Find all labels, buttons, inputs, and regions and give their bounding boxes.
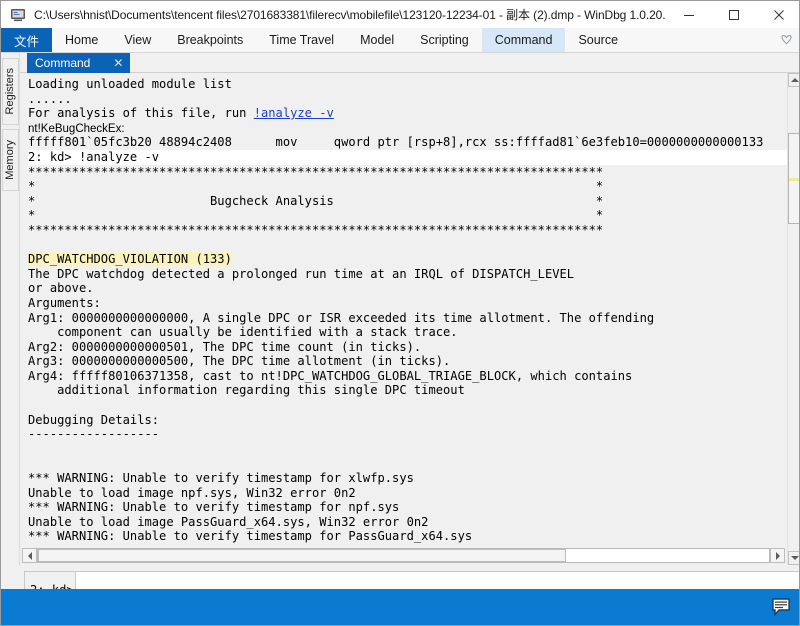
console-line: ------------------ [28,427,160,442]
ribbon-tab-command[interactable]: Command [481,28,566,52]
console-line: ****************************************… [28,222,604,237]
scroll-highlight-marker [789,178,799,181]
document-tab-strip: Command ✕ [20,53,799,73]
chevron-collapse-icon[interactable] [771,28,799,52]
console-line: component can usually be identified with… [28,325,458,340]
console-line: fffff801`05fc3b20 48894c2408 mov qword p… [28,135,764,150]
sidebar-item-memory-label: Memory [4,140,16,180]
window-controls [666,1,799,28]
console-line: additional information regarding this si… [28,383,465,398]
console-line: Loading unloaded module list [28,77,232,91]
ribbon-spacer [631,28,771,52]
ribbon-tab-breakpoints[interactable]: Breakpoints [164,28,256,52]
ribbon-tab-file[interactable]: 文件 [1,28,53,52]
console-horizontal-scrollbar[interactable] [20,545,787,566]
console-line: Arg2: 0000000000000501, The DPC time cou… [28,339,422,354]
console-line: Arg1: 0000000000000000, A single DPC or … [28,310,655,325]
console-line: nt!KeBugCheckEx: [28,121,787,136]
analyze-command-link[interactable]: !analyze -v [254,106,334,120]
horizontal-scroll-thumb[interactable] [38,549,566,562]
console-output-area: Loading unloaded module list...... For an… [20,73,799,545]
speech-bubble-icon[interactable] [771,598,791,617]
console-line: Arg4: fffff80106371358, cast to nt!DPC_W… [28,368,633,383]
sidebar-item-registers[interactable]: Registers [2,58,19,125]
close-button[interactable] [756,1,799,28]
window-title: C:\Users\hnist\Documents\tencent files\2… [34,8,666,22]
console-output[interactable]: Loading unloaded module list...... For an… [20,73,787,545]
left-dock: Registers Memory [1,53,20,566]
vertical-scroll-thumb[interactable] [788,133,799,224]
ribbon-tab-source[interactable]: Source [565,28,631,52]
console-vertical-scrollbar[interactable] [787,73,799,565]
minimize-button[interactable] [666,1,711,28]
tab-command-label: Command [35,56,91,70]
console-line: Unable to load image npf.sys, Win32 erro… [28,485,356,500]
console-line: * * [28,179,604,194]
console-line: Unable to load image PassGuard_x64.sys, … [28,514,429,529]
sidebar-item-memory[interactable]: Memory [2,129,19,191]
console-line: The DPC watchdog detected a prolonged ru… [28,266,575,281]
ribbon-tab-time-travel[interactable]: Time Travel [256,28,347,52]
console-line: or above. [28,281,94,296]
sidebar-item-registers-label: Registers [4,68,16,115]
console-line: DPC_WATCHDOG_VIOLATION (133) [28,252,787,267]
console-line: *** WARNING: Unable to verify timestamp … [28,471,414,486]
ribbon-tab-model[interactable]: Model [347,28,407,52]
arrow-up-icon[interactable] [788,73,799,87]
console-line: Arguments: [28,295,101,310]
console-line: ****************************************… [28,164,604,179]
console-line: Debugging Details: [28,412,160,427]
console-line: For analysis of this file, run !analyze … [28,106,334,121]
console-line: Arg3: 0000000000000500, The DPC time all… [28,354,451,369]
ribbon-tab-home[interactable]: Home [52,28,111,52]
title-bar: C:\Users\hnist\Documents\tencent files\2… [1,1,799,28]
close-icon[interactable]: ✕ [112,57,124,69]
ribbon-tab-bar: 文件 Home View Breakpoints Time Travel Mod… [1,28,799,53]
maximize-button[interactable] [711,1,756,28]
status-bar [1,589,799,625]
console-line: * * [28,208,604,223]
bugcheck-code-highlight: DPC_WATCHDOG_VIOLATION (133) [28,252,232,267]
arrow-left-icon[interactable] [22,548,37,563]
console-line: * Bugcheck Analysis * [28,193,604,208]
console-line: *** WARNING: Unable to verify timestamp … [28,500,400,515]
windbg-icon [10,7,26,23]
console-line: *** WARNING: Unable to verify timestamp … [28,529,473,544]
tab-command[interactable]: Command ✕ [27,53,131,73]
windbg-window: C:\Users\hnist\Documents\tencent files\2… [0,0,800,626]
symbol-label: nt!KeBugCheckEx: [28,122,125,135]
command-document-panel: Command ✕ Loading unloaded module list..… [20,53,799,566]
ribbon-tab-scripting[interactable]: Scripting [407,28,482,52]
console-line: ...... [28,91,72,106]
ribbon-tab-view[interactable]: View [111,28,164,52]
arrow-down-icon[interactable] [788,551,799,565]
console-command-echo: 2: kd> !analyze -v [28,149,787,165]
main-body: Registers Memory Command ✕ Loading unloa… [1,53,799,625]
arrow-right-icon[interactable] [770,548,785,563]
